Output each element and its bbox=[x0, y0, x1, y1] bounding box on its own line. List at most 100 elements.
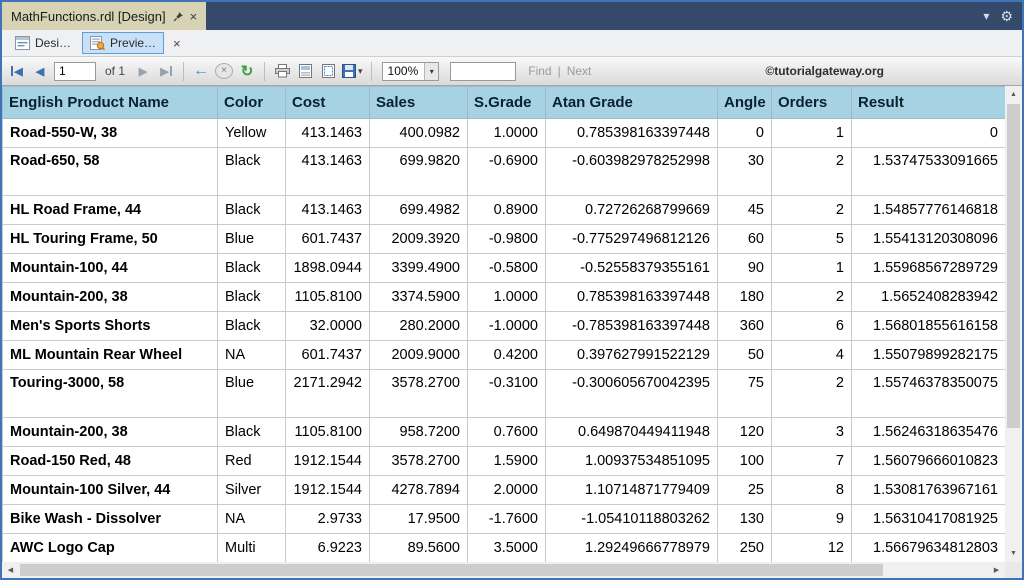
scroll-right-arrow-icon[interactable]: ▶ bbox=[988, 562, 1005, 578]
column-header: Sales bbox=[370, 87, 468, 119]
previous-page-button[interactable]: ◀ bbox=[31, 61, 49, 81]
table-cell: 0.7600 bbox=[468, 418, 546, 447]
table-cell: 0 bbox=[718, 119, 772, 148]
close-icon[interactable]: × bbox=[173, 36, 181, 51]
table-cell: 1105.8100 bbox=[286, 283, 370, 312]
table-cell: Black bbox=[218, 418, 286, 447]
table-cell: 3374.5900 bbox=[370, 283, 468, 312]
printer-icon bbox=[275, 64, 290, 78]
scrollbar-corner bbox=[1005, 562, 1022, 578]
scroll-left-arrow-icon[interactable]: ◀ bbox=[2, 562, 19, 578]
table-cell: 699.9820 bbox=[370, 148, 468, 196]
table-cell: 699.4982 bbox=[370, 196, 468, 225]
table-cell: 1.55746378350075 bbox=[852, 370, 1006, 418]
app-window: MathFunctions.rdl [Design] × ▾ ⚙ Desi… bbox=[0, 0, 1024, 580]
table-cell: 7 bbox=[772, 447, 852, 476]
page-setup-button[interactable] bbox=[319, 61, 337, 81]
table-cell: 130 bbox=[718, 505, 772, 534]
document-tab[interactable]: MathFunctions.rdl [Design] × bbox=[2, 2, 206, 30]
back-button[interactable]: ← bbox=[192, 61, 210, 81]
column-header: Orders bbox=[772, 87, 852, 119]
find-button[interactable]: Find bbox=[528, 64, 551, 78]
export-button[interactable]: ▾ bbox=[342, 61, 363, 81]
table-cell: 1.00937534851095 bbox=[546, 447, 718, 476]
last-page-button[interactable]: ▶ bbox=[157, 61, 175, 81]
table-cell: 0.785398163397448 bbox=[546, 119, 718, 148]
table-cell: -0.603982978252998 bbox=[546, 148, 718, 196]
table-cell: Road-550-W, 38 bbox=[3, 119, 218, 148]
table-cell: 1.56310417081925 bbox=[852, 505, 1006, 534]
vertical-scrollbar-thumb[interactable] bbox=[1007, 104, 1020, 428]
table-cell: 1.56079666010823 bbox=[852, 447, 1006, 476]
table-cell: 1.0000 bbox=[468, 119, 546, 148]
find-input[interactable] bbox=[450, 62, 516, 81]
table-cell: HL Road Frame, 44 bbox=[3, 196, 218, 225]
table-cell: Black bbox=[218, 254, 286, 283]
table-cell: ML Mountain Rear Wheel bbox=[3, 341, 218, 370]
table-cell: 75 bbox=[718, 370, 772, 418]
table-cell: 50 bbox=[718, 341, 772, 370]
table-cell: 3578.2700 bbox=[370, 370, 468, 418]
table-cell: 1.10714871779409 bbox=[546, 476, 718, 505]
table-row: HL Road Frame, 44Black413.1463699.49820.… bbox=[3, 196, 1006, 225]
close-icon[interactable]: × bbox=[190, 10, 198, 23]
column-header: Cost bbox=[286, 87, 370, 119]
chevron-down-icon[interactable]: ▾ bbox=[983, 9, 989, 23]
page-count-label: of 1 bbox=[101, 64, 129, 78]
tab-design[interactable]: Desi… bbox=[7, 32, 79, 54]
zoom-dropdown-button[interactable]: ▾ bbox=[424, 63, 438, 80]
report-table-body: Road-550-W, 38Yellow413.1463400.09821.00… bbox=[3, 119, 1006, 563]
gear-icon[interactable]: ⚙ bbox=[1000, 8, 1013, 25]
table-cell: 2171.2942 bbox=[286, 370, 370, 418]
report-table-header-row: English Product NameColorCostSalesS.Grad… bbox=[3, 87, 1006, 119]
table-cell: -0.52558379355161 bbox=[546, 254, 718, 283]
stop-button[interactable]: × bbox=[215, 63, 233, 79]
report-preview-area: English Product NameColorCostSalesS.Grad… bbox=[2, 86, 1022, 578]
table-cell: 280.2000 bbox=[370, 312, 468, 341]
next-page-button[interactable]: ▶ bbox=[134, 61, 152, 81]
table-cell: Mountain-200, 38 bbox=[3, 418, 218, 447]
document-tab-strip: MathFunctions.rdl [Design] × ▾ ⚙ bbox=[2, 2, 1022, 30]
column-header: S.Grade bbox=[468, 87, 546, 119]
design-icon bbox=[15, 36, 30, 50]
scroll-up-arrow-icon[interactable]: ▲ bbox=[1005, 86, 1022, 103]
refresh-button[interactable]: ↻ bbox=[238, 61, 256, 81]
table-cell: -0.5800 bbox=[468, 254, 546, 283]
page-number-input[interactable] bbox=[54, 62, 96, 81]
table-cell: 0.72726268799669 bbox=[546, 196, 718, 225]
stop-icon: × bbox=[221, 66, 227, 76]
scroll-down-arrow-icon[interactable]: ▼ bbox=[1005, 545, 1022, 562]
table-cell: Blue bbox=[218, 370, 286, 418]
table-row: Road-550-W, 38Yellow413.1463400.09821.00… bbox=[3, 119, 1006, 148]
tab-preview[interactable]: Previe… bbox=[82, 32, 164, 54]
horizontal-scrollbar[interactable]: ◀ ▶ bbox=[2, 562, 1005, 578]
table-cell: 32.0000 bbox=[286, 312, 370, 341]
table-cell: 90 bbox=[718, 254, 772, 283]
table-cell: 413.1463 bbox=[286, 119, 370, 148]
table-cell: 5 bbox=[772, 225, 852, 254]
find-controls: Find | Next bbox=[528, 64, 591, 78]
zoom-select[interactable]: 100% ▾ bbox=[382, 62, 440, 81]
table-cell: Black bbox=[218, 148, 286, 196]
table-cell: -0.9800 bbox=[468, 225, 546, 254]
print-button[interactable] bbox=[273, 61, 291, 81]
table-cell: 413.1463 bbox=[286, 148, 370, 196]
report-table: English Product NameColorCostSalesS.Grad… bbox=[2, 86, 1005, 562]
table-cell: Silver bbox=[218, 476, 286, 505]
table-cell: 1912.1544 bbox=[286, 476, 370, 505]
table-cell: Bike Wash - Dissolver bbox=[3, 505, 218, 534]
table-cell: Blue bbox=[218, 225, 286, 254]
column-header: Atan Grade bbox=[546, 87, 718, 119]
table-cell: 1 bbox=[772, 254, 852, 283]
next-button[interactable]: Next bbox=[567, 64, 592, 78]
table-cell: 0.649870449411948 bbox=[546, 418, 718, 447]
horizontal-scrollbar-thumb[interactable] bbox=[20, 564, 883, 576]
pin-icon[interactable] bbox=[173, 11, 184, 22]
vertical-scrollbar[interactable]: ▲ ▼ bbox=[1005, 86, 1022, 562]
export-save-icon bbox=[342, 64, 356, 78]
table-cell: Red bbox=[218, 447, 286, 476]
print-layout-button[interactable] bbox=[296, 61, 314, 81]
table-cell: 1.56679634812803 bbox=[852, 534, 1006, 563]
first-page-button[interactable]: ◀ bbox=[8, 61, 26, 81]
table-row: Men's Sports ShortsBlack32.0000280.2000-… bbox=[3, 312, 1006, 341]
